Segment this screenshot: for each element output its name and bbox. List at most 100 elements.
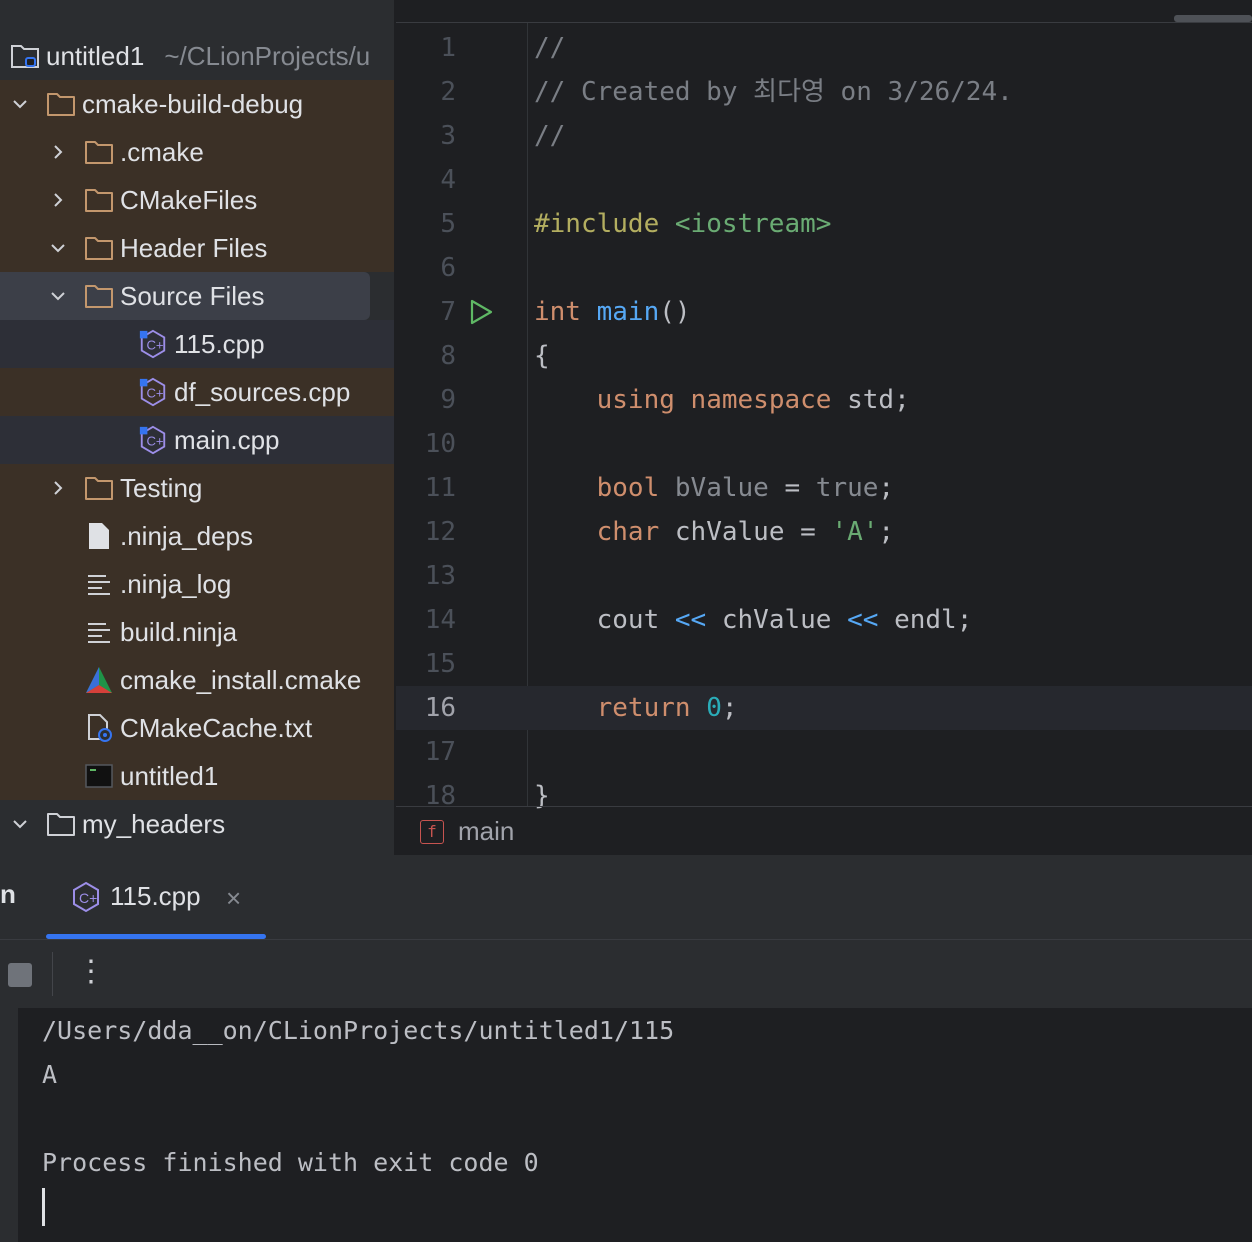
project-root-row[interactable]: untitled1 ~/CLionProjects/u: [0, 32, 394, 80]
tree-item-header-files[interactable]: Header Files: [0, 224, 394, 272]
console-output[interactable]: /Users/dda__on/CLionProjects/untitled1/1…: [0, 1008, 1252, 1242]
tree-item-source-files[interactable]: Source Files: [0, 272, 370, 320]
code-line[interactable]: 9 using namespace std;: [396, 378, 1252, 422]
tree-item-cmake-install-cmake[interactable]: cmake_install.cmake: [0, 656, 394, 704]
editor-tab-strip: [396, 22, 1252, 23]
text-file-icon: [84, 569, 114, 599]
tree-item-ninja-log[interactable]: .ninja_log: [0, 560, 394, 608]
cache-file-icon: [84, 713, 114, 743]
tree-item-my-headers[interactable]: my_headers: [0, 800, 394, 848]
code-line[interactable]: 14 cout << chValue << endl;: [396, 598, 1252, 642]
chevron-right-icon[interactable]: [46, 140, 70, 164]
tree-item-main-cpp[interactable]: C+ main.cpp: [0, 416, 394, 464]
code-token: <<: [674, 605, 722, 635]
tree-item-df-sources-cpp[interactable]: C+ df_sources.cpp: [0, 368, 394, 416]
tree-item-label: CMakeFiles: [120, 184, 258, 215]
code-line[interactable]: 6: [396, 246, 1252, 290]
line-number: 17: [424, 737, 456, 767]
run-tab-partial[interactable]: n: [0, 879, 16, 910]
toolbar-divider: [52, 952, 53, 996]
code-line[interactable]: 16 return 0;: [396, 686, 1252, 730]
code-token: namespace: [690, 385, 848, 415]
line-number: 3: [440, 121, 456, 151]
horizontal-scrollbar[interactable]: [1174, 15, 1252, 22]
run-tab-115[interactable]: C+ 115.cpp ×: [46, 857, 266, 939]
line-number: 16: [424, 693, 456, 723]
code-editor[interactable]: 1 // 2 // Created by 최다영 on 3/26/24. 3 // 4 5 #i…: [396, 0, 1252, 855]
line-number: 1: [440, 33, 456, 63]
code-line[interactable]: 17: [396, 730, 1252, 774]
tree-item-label: 115.cpp: [174, 328, 265, 359]
file-icon: [84, 521, 114, 551]
code-token: ;: [878, 517, 895, 547]
chevron-down-icon[interactable]: [46, 236, 70, 260]
function-badge-icon: f: [420, 819, 444, 844]
svg-text:C+: C+: [146, 386, 163, 401]
tree-item-cmakefiles[interactable]: CMakeFiles: [0, 176, 394, 224]
tree-item-build-ninja[interactable]: build.ninja: [0, 608, 394, 656]
code-token: =: [768, 473, 816, 503]
run-gutter-icon[interactable]: [468, 299, 494, 325]
breadcrumb[interactable]: f main: [396, 806, 1252, 856]
stop-icon[interactable]: [8, 963, 32, 987]
run-tab-bar: n C+ 115.cpp ×: [0, 857, 1252, 940]
more-options-icon[interactable]: ⋮: [76, 954, 106, 989]
tree-item-label: .ninja_log: [120, 568, 232, 599]
code-token: //: [534, 121, 566, 151]
chevron-right-icon[interactable]: [46, 188, 70, 212]
breadcrumb-label: main: [458, 816, 515, 846]
code-token: chValue: [674, 517, 785, 547]
code-text: cout << chValue << endl;: [534, 598, 973, 642]
tree-item-label: .cmake: [120, 136, 204, 167]
project-path: ~/CLionProjects/u: [164, 40, 371, 71]
code-line[interactable]: 13: [396, 554, 1252, 598]
code-token: std: [847, 385, 895, 415]
code-line[interactable]: 4: [396, 158, 1252, 202]
code-text: {: [534, 334, 550, 378]
code-token: return: [596, 693, 707, 723]
tree-item-cmakecache-txt[interactable]: CMakeCache.txt: [0, 704, 394, 752]
chevron-down-icon[interactable]: [46, 284, 70, 308]
code-text: char chValue = 'A';: [534, 510, 894, 554]
close-icon[interactable]: ×: [226, 883, 241, 914]
chevron-down-icon[interactable]: [8, 812, 32, 836]
folder-icon: [46, 809, 76, 839]
project-name: untitled1: [46, 40, 145, 71]
code-token: #include: [534, 209, 675, 239]
code-line[interactable]: 12 char chValue = 'A';: [396, 510, 1252, 554]
code-line[interactable]: 7 int main(): [396, 290, 1252, 334]
tree-item-ninja-deps[interactable]: .ninja_deps: [0, 512, 394, 560]
code-token: (): [659, 297, 691, 327]
cpp-file-icon: C+: [70, 881, 102, 918]
tree-item-115-cpp[interactable]: C+ 115.cpp: [0, 320, 394, 368]
chevron-down-icon[interactable]: [8, 92, 32, 116]
code-line[interactable]: 10: [396, 422, 1252, 466]
code-text: //: [534, 26, 565, 70]
code-token: ;: [721, 693, 738, 723]
code-line[interactable]: 15: [396, 642, 1252, 686]
line-number: 5: [440, 209, 456, 239]
tree-item-cmake-build-debug[interactable]: cmake-build-debug: [0, 80, 394, 128]
code-line[interactable]: 5 #include <iostream>: [396, 202, 1252, 246]
code-line[interactable]: 11 bool bValue = true;: [396, 466, 1252, 510]
tree-item-cmake[interactable]: .cmake: [0, 128, 394, 176]
tree-item-label: df_sources.cpp: [174, 376, 351, 407]
tree-item-untitled1[interactable]: untitled1: [0, 752, 394, 800]
code-token: char: [596, 517, 675, 547]
code-line[interactable]: 2 // Created by 최다영 on 3/26/24.: [396, 70, 1252, 114]
chevron-right-icon[interactable]: [46, 476, 70, 500]
code-line[interactable]: 3 //: [396, 114, 1252, 158]
code-line[interactable]: 1 //: [396, 26, 1252, 70]
code-line[interactable]: 8{: [396, 334, 1252, 378]
tree-item-testing[interactable]: Testing: [0, 464, 394, 512]
code-token: endl: [894, 605, 957, 635]
run-toolbar: ⋮: [0, 940, 1252, 1008]
